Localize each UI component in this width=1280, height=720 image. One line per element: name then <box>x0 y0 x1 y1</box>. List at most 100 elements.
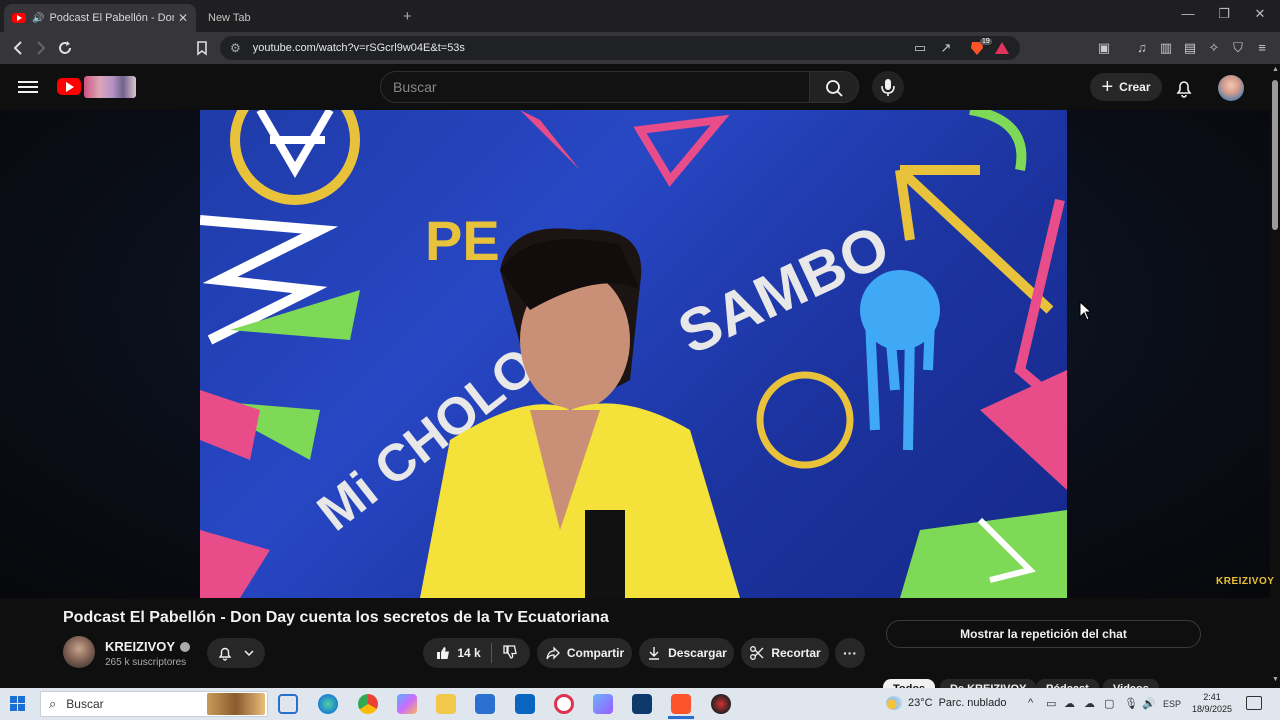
search-button[interactable] <box>809 71 859 103</box>
back-button[interactable] <box>8 38 28 58</box>
guide-menu-icon[interactable] <box>18 78 38 96</box>
channel-watermark[interactable]: KREIZIVOY <box>1216 576 1274 587</box>
sidebar-icon[interactable]: ▥ <box>1158 40 1174 56</box>
channel-avatar[interactable] <box>63 636 95 668</box>
tab-title: Podcast El Pabellón - Don Day <box>49 12 173 24</box>
thumbs-down-icon <box>503 644 517 659</box>
music-icon[interactable]: ♫ <box>1134 40 1150 56</box>
windows-start-icon[interactable] <box>10 696 26 712</box>
voice-search-button[interactable] <box>872 71 904 103</box>
restore-button[interactable]: ❐ <box>1214 6 1234 22</box>
share-page-icon[interactable]: ↗ <box>938 40 954 56</box>
speaker-icon[interactable]: 🔊 <box>32 13 44 24</box>
photos-app-icon[interactable] <box>593 694 613 714</box>
weather-desc: Parc. nublado <box>938 697 1007 709</box>
media-app-icon[interactable] <box>632 694 652 714</box>
browser-menu-icon[interactable]: ≡ <box>1254 40 1270 56</box>
share-label: Compartir <box>566 646 625 660</box>
show-hidden-icons-chevron-icon[interactable]: ^ <box>1028 697 1033 709</box>
triangle-icon <box>995 42 1009 54</box>
video-frame[interactable]: SAMBO Mi CHOLO PE <box>200 110 1067 598</box>
show-chat-replay-button[interactable]: Mostrar la repetición del chat <box>886 620 1201 648</box>
weather-widget[interactable]: 23°C Parc. nublado <box>886 696 1006 710</box>
url-text: youtube.com/watch?v=rSGcrl9w04E&t=53s <box>252 42 465 54</box>
search-box[interactable] <box>380 71 810 103</box>
reload-icon <box>59 41 71 54</box>
like-button[interactable]: 14 k <box>435 645 481 661</box>
tab-search-icon[interactable]: ▣ <box>1096 40 1112 56</box>
brave-browser-icon[interactable] <box>671 694 691 714</box>
search-icon: ⌕ <box>49 696 57 711</box>
account-avatar[interactable] <box>1218 75 1244 101</box>
subscriber-count: 265 k suscriptores <box>105 657 187 668</box>
tab-youtube-video[interactable]: 🔊 Podcast El Pabellón - Don Day ✕ <box>4 4 196 32</box>
task-view-icon[interactable] <box>278 694 298 714</box>
browser-toolbar: ⚙ youtube.com/watch?v=rSGcrl9w04E&t=53s … <box>0 32 1280 64</box>
active-app-indicator <box>668 716 694 719</box>
channel-name-link[interactable]: KREIZIVOY <box>105 639 191 654</box>
onedrive-icon[interactable]: ☁ <box>1084 697 1095 710</box>
tab-new-tab[interactable]: New Tab <box>200 4 390 32</box>
scissors-icon <box>750 646 764 660</box>
graffiti-sambo: SAMBO <box>668 212 899 367</box>
new-tab-button[interactable]: + <box>403 8 412 25</box>
leo-ai-icon[interactable]: ✧ <box>1206 40 1222 56</box>
dislike-button[interactable] <box>502 644 518 663</box>
outlook-icon[interactable] <box>515 694 535 714</box>
close-window-button[interactable]: ✕ <box>1250 6 1270 22</box>
volume-icon[interactable]: 🔊 <box>1142 697 1156 710</box>
site-settings-icon[interactable]: ⚙ <box>230 41 241 55</box>
clock-date: 18/9/2025 <box>1191 704 1233 714</box>
edge-browser-icon[interactable] <box>318 694 338 714</box>
forward-button[interactable] <box>31 38 51 58</box>
youtube-favicon-icon <box>12 13 26 23</box>
clip-button[interactable]: Recortar <box>741 638 829 668</box>
youtube-doodle-logo[interactable] <box>84 76 136 98</box>
network-icon[interactable]: ▢ <box>1104 697 1114 710</box>
file-explorer-icon[interactable] <box>436 694 456 714</box>
wallet-icon[interactable]: ▤ <box>1182 40 1198 56</box>
search-input[interactable] <box>393 79 809 95</box>
rewards-icon[interactable] <box>994 40 1010 56</box>
taskbar-search-placeholder: Buscar <box>66 697 104 711</box>
share-button[interactable]: Compartir <box>537 638 632 668</box>
cloud-icon[interactable]: ☁ <box>1064 697 1075 710</box>
notification-center-icon[interactable] <box>1246 696 1262 710</box>
scroll-down-icon[interactable]: ▼ <box>1272 676 1279 683</box>
recorder-app-icon[interactable] <box>711 694 731 714</box>
microphone-icon <box>881 79 895 96</box>
copilot-icon[interactable] <box>397 694 417 714</box>
download-icon <box>649 647 660 660</box>
scrollbar-thumb[interactable] <box>1272 80 1278 230</box>
search-highlight-image <box>207 693 265 715</box>
microphone-tray-icon[interactable]: 🎙 <box>1124 697 1138 710</box>
cast-icon[interactable]: ▭ <box>912 40 928 56</box>
like-count: 14 k <box>457 646 481 660</box>
taskbar-search-box[interactable]: ⌕ Buscar <box>40 691 268 717</box>
close-tab-icon[interactable]: ✕ <box>178 11 188 25</box>
browser-tab-strip: 🔊 Podcast El Pabellón - Don Day ✕ New Ta… <box>0 0 1280 32</box>
bookmark-button[interactable] <box>192 38 212 58</box>
minimize-button[interactable]: — <box>1178 6 1198 21</box>
scroll-up-icon[interactable]: ▲ <box>1272 66 1279 73</box>
chevron-down-icon <box>244 650 254 657</box>
opera-browser-icon[interactable] <box>554 694 574 714</box>
input-language[interactable]: ESP <box>1163 699 1181 709</box>
reload-button[interactable] <box>55 38 75 58</box>
search-icon <box>826 80 843 97</box>
subscription-notifications-button[interactable] <box>207 638 265 668</box>
create-button[interactable]: + Crear <box>1090 73 1162 101</box>
meet-now-icon[interactable]: ▭ <box>1046 697 1056 710</box>
vpn-icon[interactable]: ⛉ <box>1230 40 1246 56</box>
download-button[interactable]: Descargar <box>639 638 734 668</box>
channel-name: KREIZIVOY <box>105 639 176 654</box>
notifications-button[interactable] <box>1172 76 1196 100</box>
page-scrollbar[interactable]: ▲ ▼ <box>1270 64 1280 688</box>
address-bar[interactable]: ⚙ youtube.com/watch?v=rSGcrl9w04E&t=53s <box>220 36 1020 60</box>
chrome-browser-icon[interactable] <box>358 694 378 714</box>
system-clock[interactable]: 2:41 18/9/2025 <box>1190 691 1234 715</box>
shields-count-badge: 19 <box>980 38 992 45</box>
microsoft-store-icon[interactable] <box>475 694 495 714</box>
more-actions-button[interactable]: ··· <box>835 638 865 668</box>
youtube-logo-icon[interactable] <box>57 78 81 95</box>
